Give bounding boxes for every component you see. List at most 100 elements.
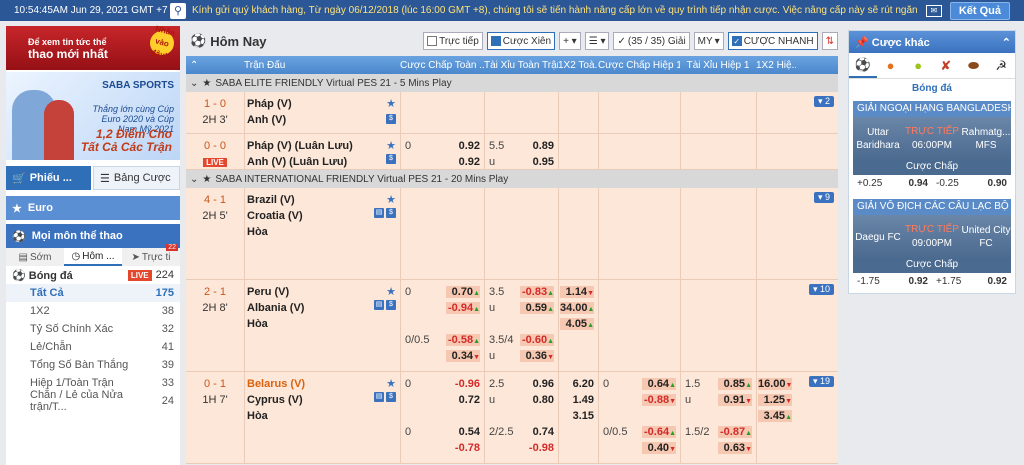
market-filter-item[interactable]: 1X2 38 (6, 302, 180, 320)
odds-value[interactable]: 0.36▼ (520, 350, 554, 362)
odds-value[interactable]: 0.80 (520, 394, 554, 406)
promo-brand: SABA SPORTS (102, 80, 174, 91)
odds-value[interactable]: -0.58▲ (446, 334, 480, 346)
market-filter-item[interactable]: Tỷ Số Chính Xác 32 (6, 320, 180, 338)
stats-icon[interactable]: ▤ (374, 300, 384, 310)
sort-dropdown[interactable]: ☰ ▾ (584, 32, 610, 50)
away-team: Anh (V) (247, 114, 287, 126)
odds-value[interactable]: -0.83▲ (520, 286, 554, 298)
stats-icon[interactable]: ▤ (374, 392, 384, 402)
star-icon[interactable]: ★ (386, 376, 396, 392)
odds-value[interactable]: 34.00▲ (560, 302, 594, 314)
baseball-icon[interactable]: ✘ (932, 53, 960, 78)
tab-early[interactable]: ▤ Sớm (6, 248, 64, 266)
odds-value[interactable]: 0.54 (446, 426, 480, 438)
stats-icon[interactable]: $ (386, 114, 396, 124)
star-icon[interactable]: ★ (386, 284, 396, 300)
featured-match-card[interactable]: GIẢI VÔ ĐỊCH CÁC CÂU LẠC BỘ CH... Daegu … (853, 199, 1011, 289)
odds-value[interactable]: 0.92 (446, 140, 480, 152)
sport-soccer[interactable]: ⚽ Bóng đá LIVE 224 (6, 266, 180, 284)
odds-value[interactable]: 4.05▲ (560, 318, 594, 330)
away-odds[interactable]: +1.75 0.92 (932, 273, 1011, 289)
star-icon[interactable]: ★ (386, 138, 396, 154)
more-bets-button[interactable]: ▾ 9 (813, 192, 834, 203)
odds-value[interactable]: -0.60▲ (520, 334, 554, 346)
odds-value[interactable]: 1.25▼ (758, 394, 792, 406)
news-banner[interactable]: Để xem tin tức thể thao mới nhất Nhấn và… (6, 24, 180, 70)
odds-value[interactable]: 0.92 (446, 156, 480, 168)
mail-icon[interactable]: ✉ (925, 4, 942, 17)
refresh-button[interactable]: ⇅ (821, 32, 838, 50)
euro-link[interactable]: ★ Euro (6, 196, 180, 220)
ball-icon: ⚽ (12, 230, 26, 243)
more-bets-button[interactable]: ▾ 10 (808, 284, 834, 295)
odds-value[interactable]: 0.74 (520, 426, 554, 438)
odds-value[interactable]: -0.78 (446, 442, 480, 454)
stats-icon[interactable]: ▤ (374, 208, 384, 218)
market-filter-item[interactable]: Chẵn / Lẻ của Nửa trận/T... 24 (6, 389, 180, 413)
odds-value[interactable]: 0.85▲ (718, 378, 752, 390)
odds-value[interactable]: 0.34▼ (446, 350, 480, 362)
more-bets-button[interactable]: ▾ 19 (808, 376, 834, 387)
home-odds[interactable]: +0.25 0.94 (853, 175, 932, 191)
money-icon[interactable]: $ (386, 392, 396, 402)
stats-icon[interactable]: $ (386, 154, 396, 164)
odds-value[interactable]: -0.88▼ (642, 394, 676, 406)
odds-value[interactable]: 1.49 (560, 394, 594, 406)
odds-value[interactable]: 0.63▼ (718, 442, 752, 454)
odds-value[interactable]: 0.91▼ (718, 394, 752, 406)
more-bets-button[interactable]: ▾ 2 (813, 96, 834, 107)
checkbox-icon: ✓ (731, 36, 742, 46)
bet-list-button[interactable]: ☰ Bảng Cược (93, 166, 180, 190)
odds-value[interactable]: 0.70▲ (446, 286, 480, 298)
odds-value[interactable]: 0.64▲ (642, 378, 676, 390)
add-dropdown[interactable]: + ▾ (559, 32, 581, 50)
bet-slip-button[interactable]: 🛒 Phiếu ... (6, 166, 91, 190)
odds-value[interactable]: 16.00▼ (758, 378, 792, 390)
star-icon[interactable]: ★ (386, 96, 396, 112)
tab-today[interactable]: ◷ Hôm ... (64, 248, 122, 266)
soccer-icon[interactable]: ⚽ (849, 53, 877, 78)
basketball-icon[interactable]: ● (877, 53, 905, 78)
featured-match-card[interactable]: GIẢI NGOẠI HẠNG BANGLADESH Uttar Baridha… (853, 101, 1011, 191)
odds-value[interactable]: 0.89 (520, 140, 554, 152)
odds-value[interactable]: -0.96 (446, 378, 480, 390)
market-filter-item[interactable]: Lẻ/Chẵn 41 (6, 338, 180, 356)
collapse-icon[interactable]: ⌃ (1002, 36, 1011, 49)
collapse-icon[interactable]: ⌃ (186, 60, 244, 71)
star-icon[interactable]: ★ (386, 192, 396, 208)
live-filter-checkbox[interactable]: Trực tiếp (423, 32, 483, 50)
money-icon[interactable]: $ (386, 300, 396, 310)
odds-value[interactable]: 6.20 (560, 378, 594, 390)
odds-value[interactable]: 0.96 (520, 378, 554, 390)
away-odds[interactable]: -0.25 0.90 (932, 175, 1011, 191)
quick-bet-checkbox[interactable]: ✓ CƯỢC NHANH (727, 32, 818, 50)
odds-value[interactable]: -0.94▲ (446, 302, 480, 314)
odds-value[interactable]: -0.98 (520, 442, 554, 454)
odds-value[interactable]: 3.45▲ (758, 410, 792, 422)
odds-value[interactable]: -0.87▲ (718, 426, 752, 438)
odds-type-dropdown[interactable]: MY ▾ (693, 32, 724, 50)
odds-value[interactable]: 0.59▲ (520, 302, 554, 314)
hockey-icon[interactable]: ☭ (987, 53, 1015, 78)
odds-value[interactable]: -0.64▲ (642, 426, 676, 438)
tennis-icon[interactable]: ● (904, 53, 932, 78)
money-icon[interactable]: $ (386, 208, 396, 218)
football-icon[interactable]: ⬬ (960, 53, 988, 78)
odds-value[interactable]: 0.95 (520, 156, 554, 168)
odds-value[interactable]: 0.72 (446, 394, 480, 406)
market-count: 32 (161, 323, 174, 335)
market-filter-item[interactable]: Tổng Số Bàn Thắng 39 (6, 356, 180, 374)
odds-value[interactable]: 3.15 (560, 410, 594, 422)
search-icon[interactable]: ⚲ (170, 2, 186, 19)
home-odds[interactable]: -1.75 0.92 (853, 273, 932, 289)
league-filter-button[interactable]: ✓ (35 / 35) Giải (613, 32, 690, 50)
parlay-button[interactable]: Cược Xiên (486, 32, 556, 50)
odds-value[interactable]: 1.14▼ (560, 286, 594, 298)
results-button[interactable]: Kết Quả (949, 1, 1010, 20)
odds-value[interactable]: 0.40▼ (642, 442, 676, 454)
market-filter-item[interactable]: Tất Cả 175 (6, 284, 180, 302)
league-header[interactable]: ⌄ ★ SABA INTERNATIONAL FRIENDLY Virtual PE… (186, 170, 838, 188)
league-header[interactable]: ⌄ ★ SABA ELITE FRIENDLY Virtual PES 21 - 5… (186, 74, 838, 92)
promo-banner[interactable]: SABA SPORTS Thắng lớn cùng Cúp Euro 2020… (6, 72, 180, 160)
